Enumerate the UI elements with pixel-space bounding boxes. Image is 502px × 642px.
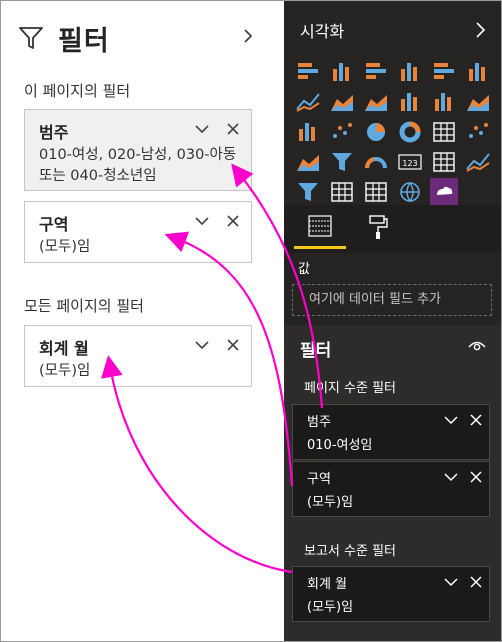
page-filter-card-district[interactable]: 구역 (모두)임 [292, 461, 490, 517]
ribbon-chart-icon[interactable] [464, 88, 492, 116]
filter-card-value: (모두)임 [39, 363, 91, 379]
filter-card-fiscal-month[interactable]: 회계 월 (모두)임 [24, 325, 252, 387]
stacked-area-icon[interactable] [362, 88, 390, 116]
line-chart-icon[interactable] [294, 88, 322, 116]
chevron-down-icon[interactable] [193, 120, 211, 138]
filter-card-category[interactable]: 범주 010-여성, 020-남성, 030-아동 또는 040-청소년임 [24, 109, 252, 191]
close-icon[interactable] [225, 336, 241, 354]
close-icon[interactable] [469, 469, 483, 485]
100-percent-bar-icon[interactable] [430, 58, 458, 86]
chevron-down-icon[interactable] [193, 212, 211, 230]
close-icon[interactable] [225, 120, 241, 138]
close-icon[interactable] [469, 412, 483, 428]
visualizations-title: 시각화 [300, 22, 345, 41]
values-label: 값 [298, 262, 310, 277]
page-filter-card-category[interactable]: 범주 010-여성임 [292, 404, 490, 460]
close-icon[interactable] [469, 574, 483, 590]
chevron-right-icon[interactable] [474, 20, 488, 40]
waterfall-icon[interactable] [294, 118, 322, 146]
all-pages-filters-label: 모든 페이지의 필터 [24, 297, 144, 315]
custom-visual-icon[interactable] [430, 178, 458, 206]
eye-icon[interactable] [468, 338, 486, 352]
100-percent-column-icon[interactable] [464, 58, 492, 86]
scatter-icon[interactable] [328, 118, 356, 146]
gauge-icon[interactable] [362, 148, 390, 176]
format-paint-roller-icon[interactable] [358, 205, 398, 249]
chevron-down-icon[interactable] [443, 574, 459, 590]
table-icon[interactable] [328, 178, 356, 206]
filter-card-title: 구역 [307, 472, 331, 487]
close-icon[interactable] [225, 212, 241, 230]
globe-icon[interactable] [396, 178, 424, 206]
line-clustered-column-icon[interactable] [430, 88, 458, 116]
fields-tab-icon[interactable] [294, 205, 346, 249]
visualizations-pane: 시각화 123 값 여기에 데이터 필드 추가 필터 페이지 수준 필터 범주 … [284, 0, 502, 642]
filter-pane-header: 필터 [18, 18, 268, 58]
kpi-icon[interactable] [464, 148, 492, 176]
report-filter-card-fiscal-month[interactable]: 회계 월 (모두)임 [292, 566, 490, 622]
matrix-icon[interactable] [362, 178, 390, 206]
filter-card-title: 회계 월 [307, 577, 348, 592]
report-level-filters-label: 보고서 수준 필터 [304, 544, 396, 559]
filter-card-value: 010-여성, 020-남성, 030-아동 또는 040-청소년임 [39, 147, 237, 184]
funnel-icon[interactable] [328, 148, 356, 176]
clustered-bar-icon[interactable] [362, 58, 390, 86]
filter-funnel-icon [18, 25, 44, 51]
chevron-down-icon[interactable] [443, 412, 459, 428]
stacked-bar-icon[interactable] [294, 58, 322, 86]
area-chart-icon[interactable] [328, 88, 356, 116]
slicer-icon[interactable] [294, 178, 322, 206]
collapse-chevron-icon[interactable] [238, 24, 258, 48]
filter-pane-title: 필터 [58, 25, 110, 57]
clustered-column-icon[interactable] [396, 58, 424, 86]
filter-card-title: 범주 [307, 415, 331, 430]
filter-pane: 필터 이 페이지의 필터 범주 010-여성, 020-남성, 030-아동 또… [0, 0, 284, 642]
filled-map-icon[interactable] [294, 148, 322, 176]
page-level-filters-label: 페이지 수준 필터 [304, 381, 396, 396]
pie-icon[interactable] [362, 118, 390, 146]
multi-row-card-icon[interactable] [430, 148, 458, 176]
stacked-column-icon[interactable] [328, 58, 356, 86]
donut-icon[interactable] [396, 118, 424, 146]
values-drop-zone[interactable]: 여기에 데이터 필드 추가 [292, 284, 492, 316]
svg-text:123: 123 [402, 159, 417, 168]
chevron-down-icon[interactable] [443, 469, 459, 485]
filter-card-value: 010-여성임 [307, 438, 373, 453]
filter-card-title: 범주 [39, 123, 69, 142]
this-page-filters-label: 이 페이지의 필터 [24, 82, 131, 100]
filter-card-title: 회계 월 [39, 339, 89, 358]
card-icon[interactable]: 123 [396, 148, 424, 176]
filter-card-value: (모두)임 [307, 495, 354, 510]
line-column-icon[interactable] [396, 88, 424, 116]
filters-title: 필터 [300, 341, 332, 361]
chevron-down-icon[interactable] [193, 336, 211, 354]
filter-card-value: (모두)임 [307, 600, 354, 615]
filter-card-district[interactable]: 구역 (모두)임 [24, 201, 252, 263]
filter-card-title: 구역 [39, 215, 69, 234]
treemap-icon[interactable] [430, 118, 458, 146]
filter-card-value: (모두)임 [39, 239, 91, 255]
map-icon[interactable] [464, 118, 492, 146]
